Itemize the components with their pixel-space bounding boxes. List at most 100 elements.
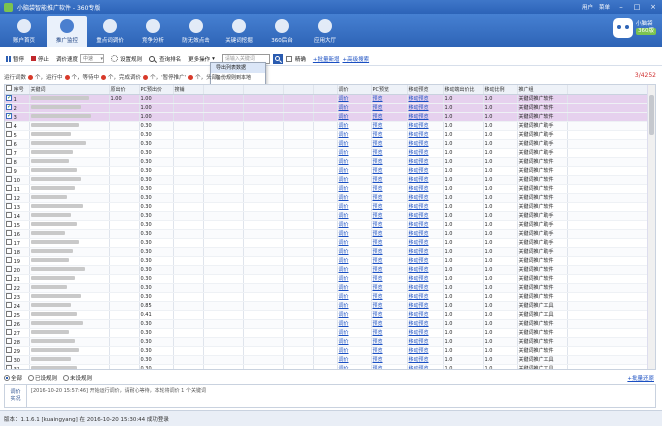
adjust-link[interactable]: 调价 bbox=[339, 96, 349, 102]
adjust-link[interactable]: 调价 bbox=[339, 231, 349, 237]
table-cell[interactable]: 29 bbox=[5, 346, 30, 356]
mobile-preview-link[interactable]: 移动预览 bbox=[409, 105, 429, 111]
pc-preview-link[interactable]: 预览 bbox=[373, 186, 383, 192]
adjust-link[interactable]: 调价 bbox=[339, 357, 349, 363]
column-header-3[interactable]: PC预出价 bbox=[139, 85, 174, 95]
row-checkbox[interactable] bbox=[6, 337, 12, 344]
pc-preview-link[interactable]: 预览 bbox=[373, 285, 383, 291]
row-checkbox[interactable] bbox=[6, 103, 12, 110]
mobile-preview-link[interactable]: 移动预览 bbox=[409, 222, 429, 228]
column-header-13[interactable]: 移动比例 bbox=[483, 85, 518, 95]
table-cell[interactable]: 9 bbox=[5, 166, 30, 176]
row-checkbox[interactable] bbox=[6, 94, 12, 101]
table-row[interactable]: 16 0.30 调价 预览 移动预览 1.0 1.0 关键词推广助手 bbox=[5, 229, 650, 239]
table-cell[interactable]: 16 bbox=[5, 229, 30, 239]
mobile-preview-link[interactable]: 移动预览 bbox=[409, 240, 429, 246]
row-checkbox[interactable] bbox=[6, 274, 12, 281]
table-row[interactable]: 24 0.85 调价 预览 移动预览 1.0 1.0 关键词推广工具 bbox=[5, 301, 650, 311]
table-cell[interactable]: 11 bbox=[5, 184, 30, 194]
toolbar-tab-0[interactable]: 账户首页 bbox=[4, 16, 44, 47]
adjust-link[interactable]: 调价 bbox=[339, 105, 349, 111]
row-checkbox[interactable] bbox=[6, 148, 12, 155]
table-cell[interactable]: 3 bbox=[5, 112, 30, 122]
column-header-9[interactable]: 调价 bbox=[337, 85, 372, 95]
row-checkbox[interactable] bbox=[6, 157, 12, 164]
mobile-preview-link[interactable]: 移动预览 bbox=[409, 321, 429, 327]
mobile-preview-link[interactable]: 移动预览 bbox=[409, 123, 429, 129]
table-row[interactable]: 10 0.30 调价 预览 移动预览 1.0 1.0 关键词推广软件 bbox=[5, 175, 650, 185]
row-checkbox[interactable] bbox=[6, 220, 12, 227]
filter-all[interactable]: 全部 bbox=[4, 374, 22, 382]
adjust-link[interactable]: 调价 bbox=[339, 276, 349, 282]
mobile-preview-link[interactable]: 移动预览 bbox=[409, 186, 429, 192]
adjust-link[interactable]: 调价 bbox=[339, 348, 349, 354]
table-row[interactable]: 31 0.30 调价 预览 移动预览 1.0 1.0 关键词推广工具 bbox=[5, 364, 650, 369]
row-checkbox[interactable] bbox=[6, 319, 12, 326]
table-row[interactable]: 31.00调价预览移动预览1.01.0关键词推广软件 bbox=[5, 112, 650, 122]
scroll-thumb[interactable] bbox=[649, 95, 654, 135]
table-cell[interactable]: 27 bbox=[5, 328, 30, 338]
pc-preview-link[interactable]: 预览 bbox=[373, 330, 383, 336]
column-header-15[interactable] bbox=[567, 85, 650, 95]
table-cell[interactable]: 23 bbox=[5, 292, 30, 302]
filter-unset[interactable]: 未设规则 bbox=[63, 374, 92, 382]
table-row[interactable]: 18 0.30 调价 预览 移动预览 1.0 1.0 关键词推广助手 bbox=[5, 247, 650, 257]
user-label[interactable]: 用户 bbox=[582, 3, 593, 11]
column-header-1[interactable]: 关键词 bbox=[29, 85, 110, 95]
table-cell[interactable]: 6 bbox=[5, 139, 30, 149]
row-checkbox[interactable] bbox=[6, 112, 12, 119]
table-cell[interactable]: 20 bbox=[5, 265, 30, 275]
table-row[interactable]: 25 0.41 调价 预览 移动预览 1.0 1.0 关键词推广工具 bbox=[5, 310, 650, 320]
table-cell[interactable]: 26 bbox=[5, 319, 30, 329]
pc-preview-link[interactable]: 预览 bbox=[373, 168, 383, 174]
adjust-link[interactable]: 调价 bbox=[339, 303, 349, 309]
row-checkbox[interactable] bbox=[6, 283, 12, 290]
pc-preview-link[interactable]: 预览 bbox=[373, 258, 383, 264]
table-row[interactable]: 15 0.30 调价 预览 移动预览 1.0 1.0 关键词推广助手 bbox=[5, 220, 650, 230]
table-cell[interactable]: 25 bbox=[5, 310, 30, 320]
table-row[interactable]: 7 0.30 调价 预览 移动预览 1.0 1.0 关键词推广助手 bbox=[5, 148, 650, 158]
table-row[interactable]: 19 0.30 调价 预览 移动预览 1.0 1.0 关键词推广软件 bbox=[5, 256, 650, 266]
column-header-0[interactable]: 序号 bbox=[5, 85, 30, 95]
adjust-link[interactable]: 调价 bbox=[339, 312, 349, 318]
pc-preview-link[interactable]: 预览 bbox=[373, 357, 383, 363]
adjust-link[interactable]: 调价 bbox=[339, 339, 349, 345]
adjust-link[interactable]: 调价 bbox=[339, 213, 349, 219]
pc-preview-link[interactable]: 预览 bbox=[373, 276, 383, 282]
pc-preview-link[interactable]: 预览 bbox=[373, 348, 383, 354]
pc-preview-link[interactable]: 预览 bbox=[373, 123, 383, 129]
row-checkbox[interactable] bbox=[6, 139, 12, 146]
row-checkbox[interactable] bbox=[6, 166, 12, 173]
table-cell[interactable]: 2 bbox=[5, 103, 30, 113]
row-checkbox[interactable] bbox=[6, 229, 12, 236]
mobile-preview-link[interactable]: 移动预览 bbox=[409, 348, 429, 354]
mobile-preview-link[interactable]: 移动预览 bbox=[409, 114, 429, 120]
speed-select[interactable]: 中速 ▾ bbox=[80, 54, 105, 63]
table-cell[interactable]: 8 bbox=[5, 157, 30, 167]
mobile-preview-link[interactable]: 移动预览 bbox=[409, 366, 429, 369]
mobile-preview-link[interactable]: 移动预览 bbox=[409, 204, 429, 210]
pc-preview-link[interactable]: 预览 bbox=[373, 213, 383, 219]
adjust-link[interactable]: 调价 bbox=[339, 177, 349, 183]
mobile-preview-link[interactable]: 移动预览 bbox=[409, 195, 429, 201]
row-checkbox[interactable] bbox=[6, 301, 12, 308]
column-header-4[interactable]: 搜铺 bbox=[173, 85, 204, 95]
table-row[interactable]: 8 0.30 调价 预览 移动预览 1.0 1.0 关键词推广软件 bbox=[5, 157, 650, 167]
batch-add-link[interactable]: +批量新增 bbox=[313, 55, 340, 63]
pc-preview-link[interactable]: 预览 bbox=[373, 231, 383, 237]
table-row[interactable]: 17 0.30 调价 预览 移动预览 1.0 1.0 关键词推广助手 bbox=[5, 238, 650, 248]
close-button[interactable]: × bbox=[648, 2, 658, 12]
row-checkbox[interactable] bbox=[6, 292, 12, 299]
adjust-link[interactable]: 调价 bbox=[339, 222, 349, 228]
row-checkbox[interactable] bbox=[6, 238, 12, 245]
pc-preview-link[interactable]: 预览 bbox=[373, 114, 383, 120]
mobile-preview-link[interactable]: 移动预览 bbox=[409, 177, 429, 183]
pc-preview-link[interactable]: 预览 bbox=[373, 366, 383, 369]
adjust-link[interactable]: 调价 bbox=[339, 330, 349, 336]
table-cell[interactable]: 28 bbox=[5, 337, 30, 347]
table-cell[interactable]: 7 bbox=[5, 148, 30, 158]
batch-restore-link[interactable]: +批量还原 bbox=[627, 374, 654, 382]
table-row[interactable]: 21 0.30 调价 预览 移动预览 1.0 1.0 关键词推广软件 bbox=[5, 274, 650, 284]
rules-button[interactable]: 设置规则 bbox=[111, 55, 142, 63]
row-checkbox[interactable] bbox=[6, 256, 12, 263]
